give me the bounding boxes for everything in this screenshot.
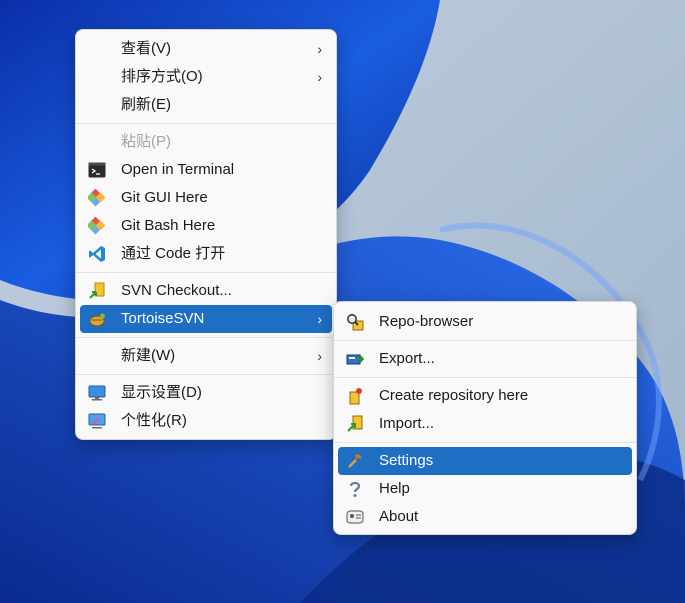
menu-item-label: 显示设置(D) bbox=[121, 384, 202, 401]
tortoisesvn-icon bbox=[89, 313, 105, 327]
submenu-item-label: Create repository here bbox=[379, 387, 529, 404]
menu-item-label: Git Bash Here bbox=[121, 217, 216, 234]
menu-item-svn-checkout[interactable]: SVN Checkout... bbox=[80, 277, 332, 305]
menu-item-label: Open in Terminal bbox=[121, 161, 235, 178]
menu-item-label: 通过 Code 打开 bbox=[121, 245, 226, 262]
submenu-item-import[interactable]: Import... bbox=[338, 410, 632, 438]
menu-item-label: SVN Checkout... bbox=[121, 282, 232, 299]
git-icon bbox=[88, 217, 106, 235]
menu-separator bbox=[334, 340, 636, 341]
git-icon bbox=[88, 189, 106, 207]
menu-separator bbox=[76, 337, 336, 338]
menu-item-label: 刷新(E) bbox=[121, 96, 171, 113]
menu-separator bbox=[76, 374, 336, 375]
menu-item-label: 粘贴(P) bbox=[121, 133, 171, 150]
submenu-item-about[interactable]: About bbox=[338, 503, 632, 531]
submenu-item-label: Help bbox=[379, 480, 410, 497]
repo-browser-icon bbox=[347, 314, 364, 331]
personalize-icon bbox=[88, 413, 106, 429]
menu-item-label: 新建(W) bbox=[121, 347, 176, 364]
submenu-item-repo-browser[interactable]: Repo-browser bbox=[338, 308, 632, 336]
svn-checkout-icon bbox=[89, 282, 105, 299]
export-icon bbox=[346, 354, 364, 365]
menu-item-label: 查看(V) bbox=[121, 40, 171, 57]
settings-icon bbox=[348, 454, 362, 468]
menu-separator bbox=[76, 123, 336, 124]
submenu-item-label: Repo-browser bbox=[379, 313, 474, 330]
menu-separator bbox=[334, 442, 636, 443]
menu-item-view[interactable]: 查看(V) › bbox=[80, 35, 332, 63]
menu-separator bbox=[334, 377, 636, 378]
help-icon bbox=[349, 481, 361, 497]
terminal-icon bbox=[88, 162, 106, 178]
menu-item-personalize[interactable]: 个性化(R) bbox=[80, 407, 332, 435]
submenu-item-settings[interactable]: Settings bbox=[338, 447, 632, 475]
menu-item-label: Git GUI Here bbox=[121, 189, 208, 206]
menu-item-refresh[interactable]: 刷新(E) bbox=[80, 91, 332, 119]
chevron-right-icon: › bbox=[317, 41, 322, 57]
menu-item-paste: 粘贴(P) bbox=[80, 128, 332, 156]
menu-item-display-settings[interactable]: 显示设置(D) bbox=[80, 379, 332, 407]
menu-item-label: 排序方式(O) bbox=[121, 68, 203, 85]
desktop-context-menu: 查看(V) › 排序方式(O) › 刷新(E) 粘贴(P) Open in Te… bbox=[75, 29, 337, 440]
chevron-right-icon: › bbox=[317, 311, 322, 327]
submenu-item-label: About bbox=[379, 508, 419, 525]
tortoisesvn-submenu: Repo-browser Export... Create repository… bbox=[333, 301, 637, 535]
chevron-right-icon: › bbox=[317, 348, 322, 364]
menu-item-new[interactable]: 新建(W) › bbox=[80, 342, 332, 370]
menu-item-sort-by[interactable]: 排序方式(O) › bbox=[80, 63, 332, 91]
menu-item-label: TortoiseSVN bbox=[121, 310, 205, 327]
submenu-item-label: Import... bbox=[379, 415, 435, 432]
display-icon bbox=[88, 385, 106, 401]
submenu-item-label: Export... bbox=[379, 350, 435, 367]
vscode-icon bbox=[89, 246, 105, 262]
menu-item-git-bash-here[interactable]: Git Bash Here bbox=[80, 212, 332, 240]
menu-item-git-gui-here[interactable]: Git GUI Here bbox=[80, 184, 332, 212]
menu-item-open-in-terminal[interactable]: Open in Terminal bbox=[80, 156, 332, 184]
create-repository-icon bbox=[349, 388, 362, 405]
submenu-item-help[interactable]: Help bbox=[338, 475, 632, 503]
menu-item-tortoisesvn[interactable]: TortoiseSVN › bbox=[80, 305, 332, 333]
import-icon bbox=[347, 415, 363, 432]
submenu-item-label: Settings bbox=[379, 452, 434, 469]
menu-separator bbox=[76, 272, 336, 273]
submenu-item-export[interactable]: Export... bbox=[338, 345, 632, 373]
about-icon bbox=[346, 510, 364, 524]
submenu-item-create-repository[interactable]: Create repository here bbox=[338, 382, 632, 410]
menu-item-open-with-code[interactable]: 通过 Code 打开 bbox=[80, 240, 332, 268]
chevron-right-icon: › bbox=[317, 69, 322, 85]
menu-item-label: 个性化(R) bbox=[121, 412, 187, 429]
